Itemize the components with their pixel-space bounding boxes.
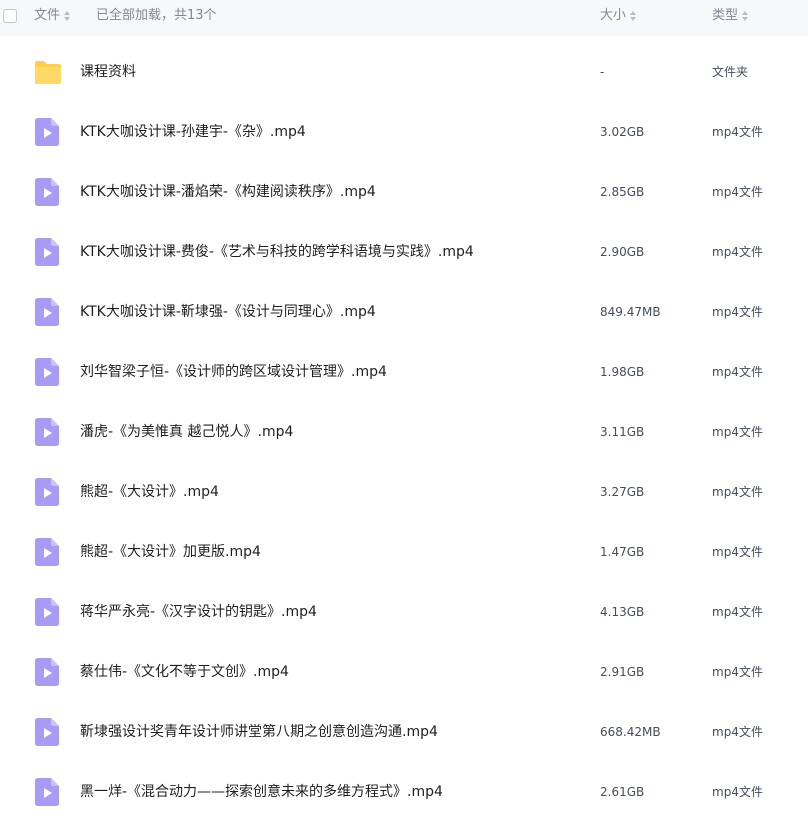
file-name[interactable]: 靳埭强设计奖青年设计师讲堂第八期之创意创造沟通.mp4 bbox=[80, 702, 438, 762]
file-type: mp4文件 bbox=[712, 125, 763, 139]
file-row[interactable]: 蒋华严永亮-《汉字设计的钥匙》.mp4 4.13GB mp4文件 bbox=[0, 582, 808, 642]
sort-icon[interactable] bbox=[742, 11, 749, 21]
file-type: mp4文件 bbox=[712, 485, 763, 499]
video-file-icon bbox=[33, 777, 61, 811]
file-row[interactable]: 黑一烊-《混合动力——探索创意未来的多维方程式》.mp4 2.61GB mp4文件 bbox=[0, 762, 808, 822]
file-type: mp4文件 bbox=[712, 185, 763, 199]
file-name[interactable]: 熊超-《大设计》.mp4 bbox=[80, 462, 219, 522]
file-type: mp4文件 bbox=[712, 665, 763, 679]
file-name[interactable]: 熊超-《大设计》加更版.mp4 bbox=[80, 522, 261, 582]
file-name[interactable]: 潘虎-《为美惟真 越己悦人》.mp4 bbox=[80, 402, 293, 462]
file-row[interactable]: 熊超-《大设计》加更版.mp4 1.47GB mp4文件 bbox=[0, 522, 808, 582]
file-row[interactable]: KTK大咖设计课-潘焰荣-《构建阅读秩序》.mp4 2.85GB mp4文件 bbox=[0, 162, 808, 222]
file-size: - bbox=[600, 65, 605, 79]
video-file-icon bbox=[33, 237, 61, 271]
file-type: mp4文件 bbox=[712, 365, 763, 379]
file-type: mp4文件 bbox=[712, 725, 763, 739]
file-row[interactable]: 刘华智梁子恒-《设计师的跨区域设计管理》.mp4 1.98GB mp4文件 bbox=[0, 342, 808, 402]
file-name[interactable]: KTK大咖设计课-孙建宇-《杂》.mp4 bbox=[80, 102, 306, 162]
file-size: 3.02GB bbox=[600, 125, 645, 139]
file-size: 1.98GB bbox=[600, 365, 645, 379]
file-name[interactable]: KTK大咖设计课-潘焰荣-《构建阅读秩序》.mp4 bbox=[80, 162, 376, 222]
file-size: 2.91GB bbox=[600, 665, 645, 679]
video-file-icon bbox=[33, 117, 61, 151]
folder-icon bbox=[33, 58, 63, 90]
file-row[interactable]: 蔡仕伟-《文化不等于文创》.mp4 2.91GB mp4文件 bbox=[0, 642, 808, 702]
file-size: 2.90GB bbox=[600, 245, 645, 259]
column-header-name-label: 文件 bbox=[34, 8, 61, 23]
select-all-checkbox[interactable] bbox=[3, 9, 17, 23]
video-file-icon bbox=[33, 597, 61, 631]
video-file-icon bbox=[33, 537, 61, 571]
file-list-header: 文件 已全部加载，共13个 大小 类型 bbox=[0, 0, 808, 36]
file-size: 849.47MB bbox=[600, 305, 661, 319]
video-file-icon bbox=[33, 417, 61, 451]
column-header-size-label: 大小 bbox=[600, 8, 627, 23]
file-row[interactable]: 靳埭强设计奖青年设计师讲堂第八期之创意创造沟通.mp4 668.42MB mp4文件 bbox=[0, 702, 808, 762]
column-header-type[interactable]: 类型 bbox=[712, 0, 749, 32]
file-size: 2.85GB bbox=[600, 185, 645, 199]
video-file-icon bbox=[33, 177, 61, 211]
video-file-icon bbox=[33, 357, 61, 391]
column-header-type-label: 类型 bbox=[712, 8, 739, 23]
column-header-name[interactable]: 文件 bbox=[34, 0, 71, 32]
folder-row[interactable]: 课程资料 - 文件夹 bbox=[0, 42, 808, 102]
sort-icon[interactable] bbox=[64, 11, 71, 21]
video-file-icon bbox=[33, 477, 61, 511]
file-row[interactable]: 潘虎-《为美惟真 越己悦人》.mp4 3.11GB mp4文件 bbox=[0, 402, 808, 462]
video-file-icon bbox=[33, 657, 61, 691]
file-size: 4.13GB bbox=[600, 605, 645, 619]
video-file-icon bbox=[33, 717, 61, 751]
file-type: mp4文件 bbox=[712, 785, 763, 799]
sort-icon[interactable] bbox=[630, 11, 637, 21]
file-name[interactable]: KTK大咖设计课-费俊-《艺术与科技的跨学科语境与实践》.mp4 bbox=[80, 222, 474, 282]
file-type: 文件夹 bbox=[712, 65, 749, 79]
file-size: 1.47GB bbox=[600, 545, 645, 559]
file-name[interactable]: 刘华智梁子恒-《设计师的跨区域设计管理》.mp4 bbox=[80, 342, 387, 402]
file-size: 668.42MB bbox=[600, 725, 661, 739]
file-name[interactable]: 黑一烊-《混合动力——探索创意未来的多维方程式》.mp4 bbox=[80, 762, 443, 822]
file-row[interactable]: KTK大咖设计课-费俊-《艺术与科技的跨学科语境与实践》.mp4 2.90GB mp… bbox=[0, 222, 808, 282]
file-size: 2.61GB bbox=[600, 785, 645, 799]
file-name[interactable]: 课程资料 bbox=[80, 42, 136, 102]
file-type: mp4文件 bbox=[712, 545, 763, 559]
file-type: mp4文件 bbox=[712, 605, 763, 619]
file-row[interactable]: 熊超-《大设计》.mp4 3.27GB mp4文件 bbox=[0, 462, 808, 522]
file-row[interactable]: KTK大咖设计课-孙建宇-《杂》.mp4 3.02GB mp4文件 bbox=[0, 102, 808, 162]
file-name[interactable]: 蒋华严永亮-《汉字设计的钥匙》.mp4 bbox=[80, 582, 317, 642]
file-size: 3.27GB bbox=[600, 485, 645, 499]
video-file-icon bbox=[33, 297, 61, 331]
file-type: mp4文件 bbox=[712, 245, 763, 259]
file-type: mp4文件 bbox=[712, 305, 763, 319]
file-size: 3.11GB bbox=[600, 425, 645, 439]
loaded-status-text: 已全部加载，共13个 bbox=[96, 8, 217, 23]
file-name[interactable]: KTK大咖设计课-靳埭强-《设计与同理心》.mp4 bbox=[80, 282, 376, 342]
column-header-size[interactable]: 大小 bbox=[600, 0, 637, 32]
file-name[interactable]: 蔡仕伟-《文化不等于文创》.mp4 bbox=[80, 642, 289, 702]
file-type: mp4文件 bbox=[712, 425, 763, 439]
file-row[interactable]: KTK大咖设计课-靳埭强-《设计与同理心》.mp4 849.47MB mp4文件 bbox=[0, 282, 808, 342]
